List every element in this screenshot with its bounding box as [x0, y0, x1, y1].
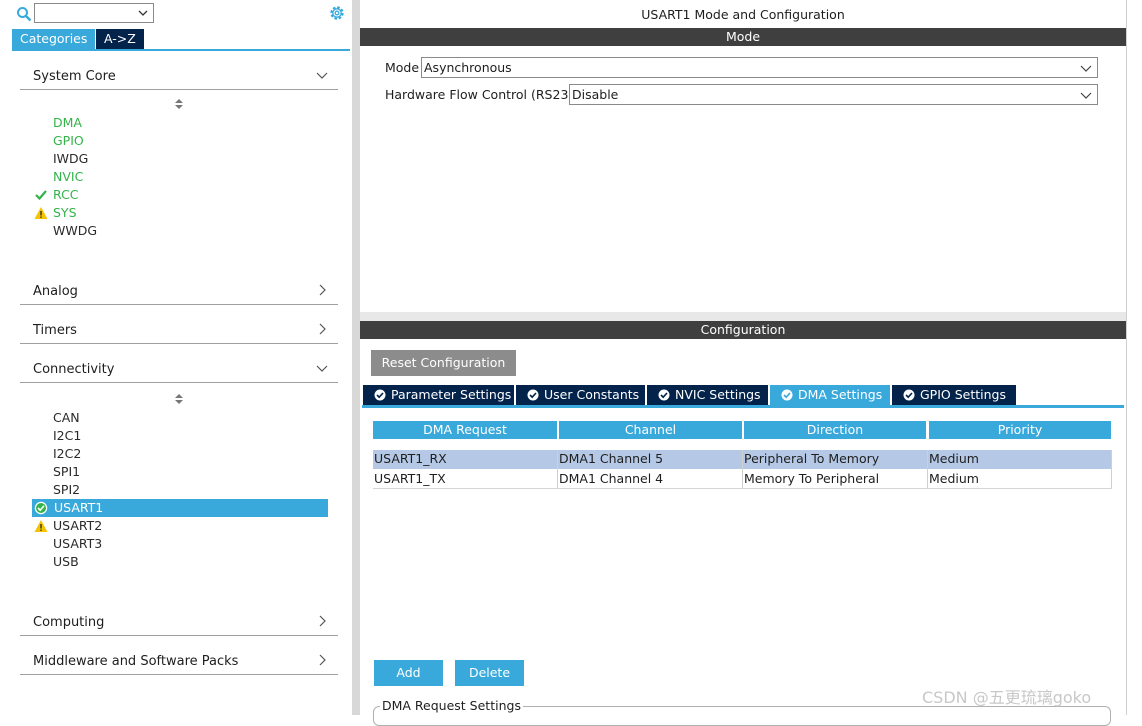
chevron-down-icon	[316, 72, 328, 79]
table-cell: DMA1 Channel 4	[559, 471, 664, 486]
category-middleware[interactable]: Middleware and Software Packs	[20, 645, 338, 675]
section-divider[interactable]	[360, 312, 1126, 321]
category-computing[interactable]: Computing	[20, 606, 338, 636]
reset-configuration-button[interactable]: Reset Configuration	[371, 350, 516, 376]
add-button[interactable]: Add	[374, 660, 443, 686]
panel-splitter[interactable]	[352, 0, 360, 715]
tab-gpio-settings[interactable]: GPIO Settings	[892, 385, 1016, 405]
gear-icon[interactable]	[328, 4, 346, 22]
list-item-i2c2[interactable]: I2C2	[53, 445, 81, 463]
chevron-down-icon	[138, 10, 148, 16]
search-icon[interactable]	[16, 6, 32, 22]
column-header-dma-request[interactable]: DMA Request	[373, 421, 557, 439]
column-header-direction[interactable]: Direction	[744, 421, 926, 439]
mode-select[interactable]: Asynchronous	[421, 57, 1098, 78]
flow-control-select[interactable]: Disable	[569, 84, 1098, 105]
chevron-down-icon	[1080, 65, 1092, 72]
table-cell: Peripheral To Memory	[744, 451, 880, 466]
column-header-channel[interactable]: Channel	[559, 421, 742, 439]
category-label: System Core	[33, 69, 116, 84]
mode-value: Asynchronous	[424, 60, 512, 75]
list-item-usart2[interactable]: USART2	[53, 517, 102, 535]
flow-control-label: Hardware Flow Control (RS232)	[385, 87, 582, 102]
tab-parameter-settings[interactable]: Parameter Settings	[363, 385, 514, 405]
table-cell: USART1_RX	[374, 451, 447, 466]
category-label: Middleware and Software Packs	[33, 654, 239, 669]
check-circle-icon	[781, 389, 793, 401]
column-divider	[1111, 450, 1112, 489]
column-header-priority[interactable]: Priority	[929, 421, 1111, 439]
tab-categories[interactable]: Categories	[12, 29, 95, 49]
tab-nvic-settings[interactable]: NVIC Settings	[647, 385, 768, 405]
check-icon	[35, 190, 47, 201]
check-circle-icon	[658, 389, 670, 401]
list-item-usart1[interactable]: USART1	[54, 499, 103, 517]
category-system-core[interactable]: System Core	[20, 60, 338, 90]
list-item-dma[interactable]: DMA	[53, 114, 82, 132]
table-cell: Medium	[929, 451, 979, 466]
tab-a-z[interactable]: A->Z	[96, 29, 144, 49]
list-item-i2c1[interactable]: I2C1	[53, 427, 81, 445]
list-item-sys[interactable]: SYS	[53, 204, 77, 222]
watermark: CSDN @五更琉璃goko	[922, 688, 1092, 707]
chevron-down-icon	[316, 365, 328, 372]
category-label: Analog	[33, 284, 78, 299]
tab-user-constants[interactable]: User Constants	[516, 385, 645, 405]
check-circle-icon	[34, 501, 48, 515]
chevron-right-icon	[319, 284, 326, 296]
category-connectivity[interactable]: Connectivity	[20, 353, 338, 383]
right-scroll-edge	[1126, 0, 1142, 715]
warning-icon	[34, 207, 48, 219]
list-item-can[interactable]: CAN	[53, 409, 80, 427]
flow-control-value: Disable	[572, 87, 619, 102]
list-item-usart3[interactable]: USART3	[53, 535, 102, 553]
category-label: Computing	[33, 615, 105, 630]
category-label: Timers	[33, 323, 77, 338]
table-cell: DMA1 Channel 5	[559, 451, 664, 466]
list-item-wwdg[interactable]: WWDG	[53, 222, 97, 240]
category-label: Connectivity	[33, 362, 115, 377]
mode-section-header: Mode	[360, 28, 1126, 46]
check-circle-icon	[903, 389, 915, 401]
tab-label: GPIO Settings	[920, 387, 1006, 402]
list-item-rcc[interactable]: RCC	[53, 186, 79, 204]
tab-underline	[12, 49, 350, 51]
list-item-spi2[interactable]: SPI2	[53, 481, 80, 499]
category-timers[interactable]: Timers	[20, 314, 338, 344]
list-item-iwdg[interactable]: IWDG	[53, 150, 88, 168]
configuration-section-header: Configuration	[360, 321, 1126, 339]
tab-underline	[362, 405, 1124, 408]
list-item-usb[interactable]: USB	[53, 553, 79, 571]
left-panel: Categories A->Z System Core DMA GPIO IWD…	[0, 0, 352, 715]
dma-request-settings-legend: DMA Request Settings	[380, 698, 523, 713]
delete-button[interactable]: Delete	[455, 660, 524, 686]
check-circle-icon	[527, 389, 539, 401]
warning-icon	[34, 520, 48, 532]
sort-icon[interactable]	[174, 393, 184, 405]
list-item-nvic[interactable]: NVIC	[53, 168, 83, 186]
mode-label: Mode	[385, 60, 420, 75]
category-analog[interactable]: Analog	[20, 275, 338, 305]
tab-dma-settings[interactable]: DMA Settings	[770, 385, 890, 405]
chevron-right-icon	[319, 615, 326, 627]
list-item-spi1[interactable]: SPI1	[53, 463, 80, 481]
tab-label: DMA Settings	[798, 387, 883, 402]
sort-icon[interactable]	[174, 98, 184, 110]
search-combo[interactable]	[34, 3, 154, 23]
table-cell: Medium	[929, 471, 979, 486]
tab-label: Parameter Settings	[391, 387, 512, 402]
tab-label: User Constants	[544, 387, 640, 402]
table-cell: Memory To Peripheral	[744, 471, 880, 486]
chevron-right-icon	[319, 654, 326, 666]
table-cell: USART1_TX	[374, 471, 446, 486]
chevron-down-icon	[1080, 92, 1092, 99]
check-circle-icon	[374, 389, 386, 401]
tab-label: NVIC Settings	[675, 387, 761, 402]
list-item-gpio[interactable]: GPIO	[53, 132, 84, 150]
chevron-right-icon	[319, 323, 326, 335]
page-title: USART1 Mode and Configuration	[641, 7, 845, 22]
